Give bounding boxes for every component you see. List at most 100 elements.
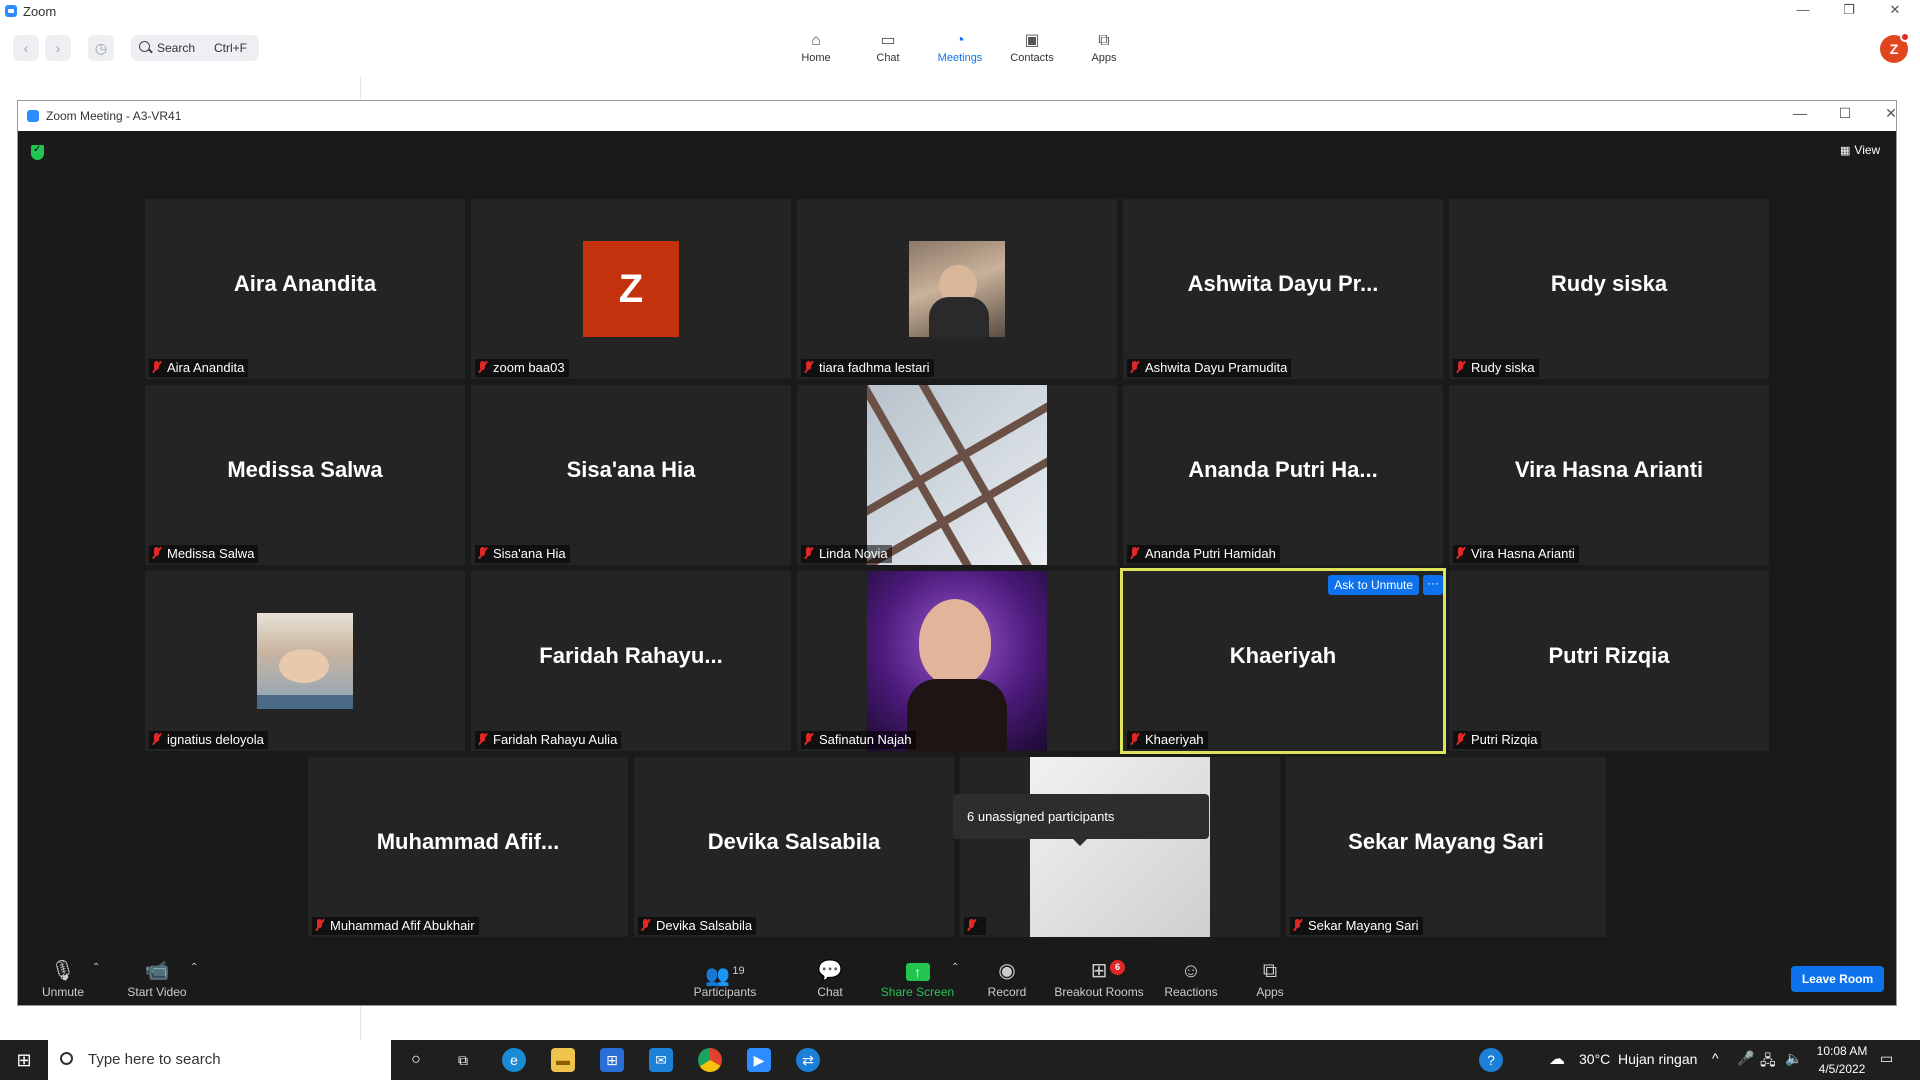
- leave-room-button[interactable]: Leave Room: [1791, 966, 1884, 992]
- participant-display-name: Khaeriyah: [1229, 643, 1337, 668]
- muted-mic-icon: [151, 733, 161, 746]
- chrome-icon[interactable]: [698, 1048, 722, 1072]
- taskbar-search-input[interactable]: Type here to search: [48, 1040, 391, 1080]
- apps-button[interactable]: ⧉ Apps: [1250, 957, 1290, 999]
- participant-tile[interactable]: Sisa'ana Hia Sisa'ana Hia: [471, 385, 791, 565]
- participant-tile[interactable]: Safinatun Najah: [797, 571, 1117, 751]
- close-icon[interactable]: ✕: [1872, 0, 1918, 22]
- volume-icon[interactable]: 🔈: [1785, 1050, 1802, 1067]
- participant-name-label: zoom baa03: [475, 359, 569, 377]
- participant-tile[interactable]: Vira Hasna Arianti Vira Hasna Arianti: [1449, 385, 1769, 565]
- chat-button[interactable]: 💬 Chat: [805, 957, 855, 999]
- zoom-taskbar-icon[interactable]: ▶: [747, 1048, 771, 1072]
- participant-tile[interactable]: Medissa Salwa Medissa Salwa: [145, 385, 465, 565]
- restore-icon[interactable]: ❐: [1826, 0, 1872, 22]
- participant-name: Faridah Rahayu Aulia: [493, 732, 618, 747]
- windows-start-icon[interactable]: ⊞: [12, 1048, 36, 1072]
- muted-mic-icon: [477, 547, 487, 560]
- participant-display-name: Ashwita Dayu Pr...: [1187, 271, 1379, 296]
- participant-tile[interactable]: Z zoom baa03: [471, 199, 791, 379]
- audio-options-chevron-icon[interactable]: ⌃: [92, 962, 100, 973]
- network-icon[interactable]: 🖧: [1760, 1050, 1776, 1074]
- weather-cloud-icon[interactable]: ☁: [1545, 1048, 1569, 1072]
- profile-avatar[interactable]: Z: [1880, 32, 1910, 63]
- weather-temp[interactable]: 30°C: [1579, 1051, 1610, 1067]
- more-options-button[interactable]: ···: [1423, 575, 1443, 595]
- record-button[interactable]: ◉ Record: [982, 957, 1032, 999]
- participant-tile[interactable]: ignatius deloyola: [145, 571, 465, 751]
- tab-chat[interactable]: ▭ Chat: [853, 30, 923, 64]
- encryption-shield-icon[interactable]: [31, 144, 44, 160]
- cortana-icon[interactable]: ○: [404, 1048, 428, 1072]
- active-speaker-tile[interactable]: Khaeriyah Ask to Unmute ··· Khaeriyah: [1120, 568, 1446, 754]
- edge-browser-icon[interactable]: e: [502, 1048, 526, 1072]
- tab-contacts[interactable]: ▣ Contacts: [997, 30, 1067, 64]
- unmute-label: Unmute: [41, 985, 85, 999]
- clock-time[interactable]: 10:08 AM: [1814, 1044, 1870, 1058]
- participant-display-name: Medissa Salwa: [227, 457, 383, 482]
- tab-meetings[interactable]: ◔ Meetings: [925, 30, 995, 64]
- participant-tile[interactable]: Sekar Mayang Sari Sekar Mayang Sari: [1286, 757, 1606, 937]
- participant-tile[interactable]: Muhammad Afif... Muhammad Afif Abukhair: [308, 757, 628, 937]
- history-button[interactable]: ◷: [88, 35, 114, 61]
- video-options-chevron-icon[interactable]: ⌃: [190, 962, 198, 973]
- reactions-button[interactable]: ☺ Reactions: [1164, 957, 1218, 999]
- breakout-badge: 6: [1110, 960, 1125, 975]
- start-video-button[interactable]: 📹 Start Video: [122, 957, 192, 999]
- participants-button[interactable]: 👥 19 Participants: [690, 957, 760, 999]
- teamviewer-icon[interactable]: ⇄: [796, 1048, 820, 1072]
- participant-tile[interactable]: [960, 757, 1280, 937]
- participant-display-name: Putri Rizqia: [1548, 643, 1670, 668]
- weather-text[interactable]: Hujan ringan: [1618, 1051, 1697, 1067]
- muted-mic-icon: [151, 361, 161, 374]
- task-view-icon[interactable]: ⧉: [451, 1048, 475, 1072]
- participant-tile[interactable]: Rudy siska Rudy siska: [1449, 199, 1769, 379]
- participants-icon: 👥 19: [705, 965, 745, 987]
- notifications-icon[interactable]: ▭: [1880, 1050, 1893, 1067]
- participant-tile[interactable]: tiara fadhma lestari: [797, 199, 1117, 379]
- share-screen-button[interactable]: ↑ Share Screen: [880, 957, 955, 999]
- participant-name: Linda Novia: [819, 546, 888, 561]
- meeting-close-icon[interactable]: ✕: [1876, 105, 1906, 122]
- breakout-rooms-label: Breakout Rooms: [1054, 985, 1144, 999]
- participant-tile[interactable]: Putri Rizqia Putri Rizqia: [1449, 571, 1769, 751]
- search-input[interactable]: Search Ctrl+F: [131, 35, 259, 61]
- participant-tile[interactable]: Linda Novia: [797, 385, 1117, 565]
- muted-mic-icon: [314, 919, 324, 932]
- participant-name-label: tiara fadhma lestari: [801, 359, 934, 377]
- breakout-rooms-button[interactable]: ⊞ Breakout Rooms: [1054, 957, 1144, 999]
- mail-icon[interactable]: ✉: [649, 1048, 673, 1072]
- participant-name: Aira Anandita: [167, 360, 245, 375]
- view-button[interactable]: ▦ View: [1840, 143, 1880, 157]
- clock-date[interactable]: 4/5/2022: [1814, 1062, 1870, 1076]
- profile-photo: [257, 613, 353, 709]
- tab-apps[interactable]: ⧉ Apps: [1069, 30, 1139, 64]
- file-explorer-icon[interactable]: ▬: [551, 1048, 575, 1072]
- share-options-chevron-icon[interactable]: ⌃: [951, 962, 959, 973]
- participant-tile[interactable]: Ashwita Dayu Pr... Ashwita Dayu Pramudit…: [1123, 199, 1443, 379]
- participants-count: 19: [732, 965, 745, 977]
- participant-tile[interactable]: Ananda Putri Ha... Ananda Putri Hamidah: [1123, 385, 1443, 565]
- reactions-label: Reactions: [1164, 985, 1218, 999]
- video-off-icon: 📹: [144, 960, 170, 982]
- chat-icon: 💬: [817, 960, 843, 982]
- participant-tile[interactable]: Aira Anandita Aira Anandita: [145, 199, 465, 379]
- forward-button[interactable]: ›: [45, 35, 71, 61]
- unmute-button[interactable]: 🎙 Unmute: [38, 957, 88, 999]
- minimize-icon[interactable]: —: [1780, 0, 1826, 22]
- meeting-minimize-icon[interactable]: —: [1785, 105, 1815, 121]
- unassigned-participants-tooltip: 6 unassigned participants: [953, 794, 1209, 846]
- meeting-titlebar: Zoom Meeting - A3-VR41 — ☐ ✕: [18, 101, 1897, 131]
- tab-home[interactable]: ⌂ Home: [781, 30, 851, 64]
- participant-tile[interactable]: Faridah Rahayu... Faridah Rahayu Aulia: [471, 571, 791, 751]
- help-icon[interactable]: ?: [1479, 1048, 1503, 1072]
- ask-to-unmute-button[interactable]: Ask to Unmute: [1328, 575, 1419, 595]
- participant-display-name: Sisa'ana Hia: [566, 457, 696, 482]
- meeting-maximize-icon[interactable]: ☐: [1830, 105, 1860, 122]
- profile-photo: [1030, 757, 1210, 937]
- participant-tile[interactable]: Devika Salsabila Devika Salsabila: [634, 757, 954, 937]
- tray-chevron-icon[interactable]: ^: [1712, 1050, 1719, 1066]
- back-button[interactable]: ‹: [13, 35, 39, 61]
- microphone-tray-icon[interactable]: 🎤: [1737, 1050, 1754, 1067]
- microsoft-store-icon[interactable]: ⊞: [600, 1048, 624, 1072]
